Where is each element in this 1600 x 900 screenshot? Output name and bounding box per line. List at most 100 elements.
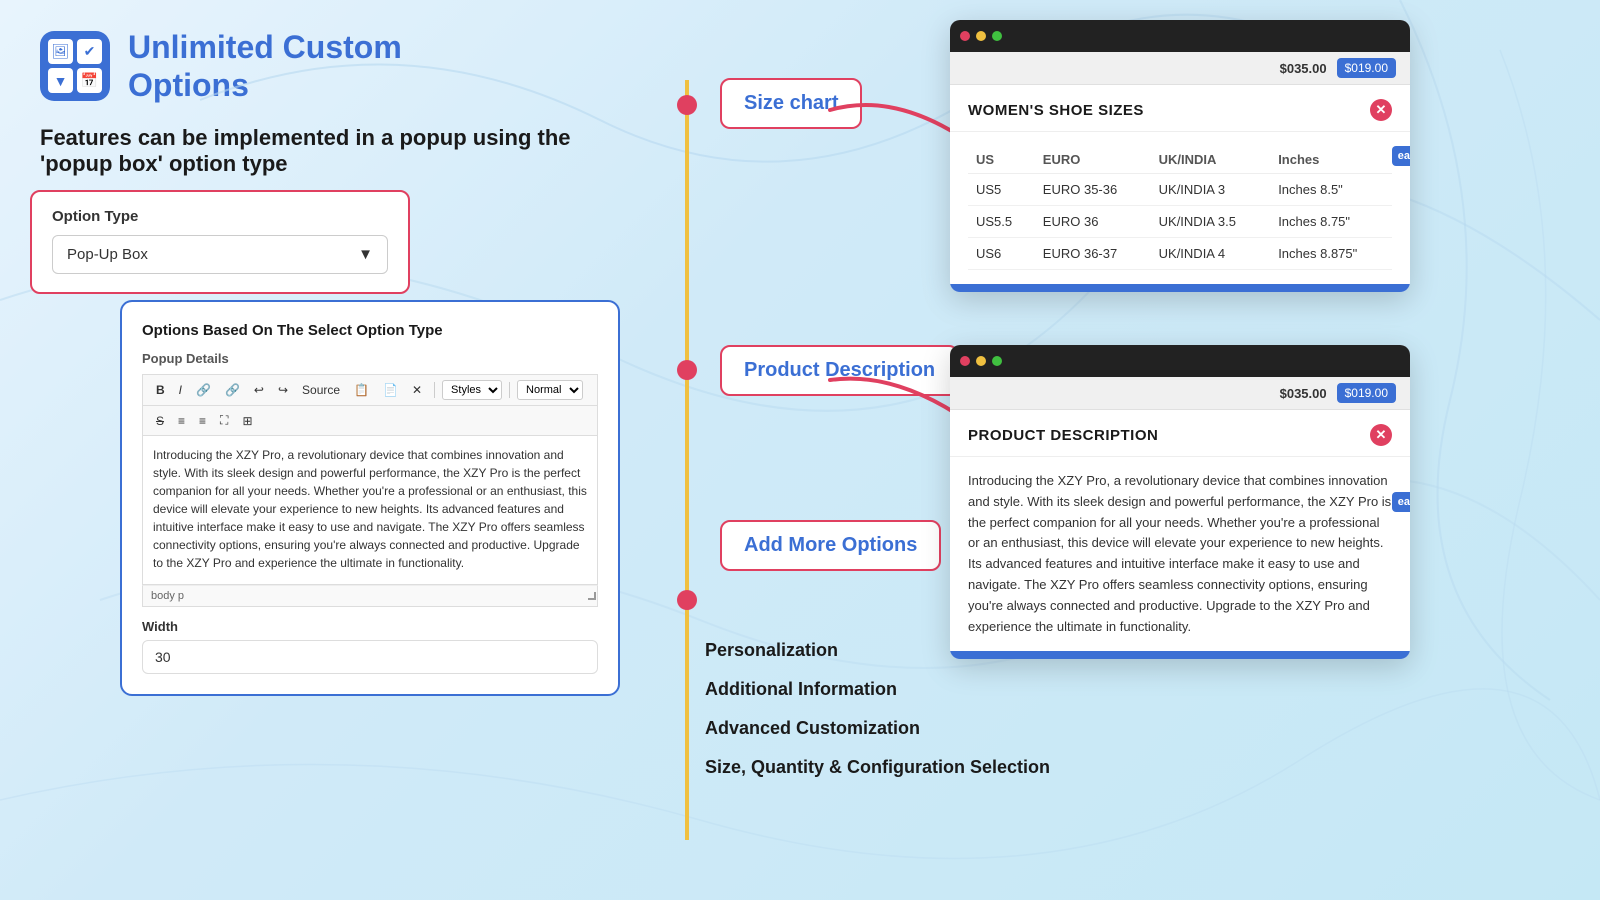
cell-euro-1: EURO 35-36 — [1035, 174, 1151, 206]
unordered-list-button[interactable]: ≡ — [194, 412, 211, 430]
popup-details-label: Popup Details — [142, 351, 598, 366]
option-type-select[interactable]: Pop-Up Box ▼ — [52, 235, 388, 274]
source-button[interactable]: Source — [297, 381, 345, 399]
format-dropdown[interactable]: Normal — [517, 380, 583, 400]
option-type-value: Pop-Up Box — [67, 246, 148, 263]
col-us: US — [968, 146, 1035, 174]
size-chart-popup-header: WOMEN'S SHOE SIZES ✕ ea — [950, 85, 1410, 132]
toolbar-separator-2 — [509, 382, 510, 398]
size-chart-close-button[interactable]: ✕ — [1370, 99, 1392, 121]
cell-euro-2: EURO 36 — [1035, 206, 1151, 238]
prod-popup-title: PRODUCT DESCRIPTION — [968, 427, 1158, 444]
width-label: Width — [142, 619, 598, 634]
editor-toolbar-row2: S ≡ ≡ ⛶ ⊞ — [142, 405, 598, 435]
min-dot — [976, 31, 986, 41]
editor-area[interactable]: Introducing the XZY Pro, a revolutionary… — [142, 435, 598, 585]
cell-us-1: US5 — [968, 174, 1035, 206]
size-chart-price-old: $035.00 — [1280, 61, 1327, 76]
logo-icon-image: 🖼 — [48, 39, 73, 64]
size-chart-popup: $035.00 $019.00 WOMEN'S SHOE SIZES ✕ ea … — [950, 20, 1410, 292]
size-chart-popup-body: US EURO UK/INDIA Inches US5 EURO 35-36 U… — [950, 132, 1410, 284]
cell-inches-3: Inches 8.875" — [1270, 238, 1392, 270]
bold-button[interactable]: B — [151, 381, 170, 399]
editor-toolbar: B I 🔗 🔗 ↩ ↪ Source 📋 📄 ✕ Styles Normal — [142, 374, 598, 405]
option-type-box: Option Type Pop-Up Box ▼ — [30, 190, 410, 294]
app-title: Unlimited Custom Options — [128, 28, 402, 105]
cell-uk-1: UK/INDIA 3 — [1151, 174, 1271, 206]
timeline-dot-1 — [677, 95, 697, 115]
col-uk: UK/INDIA — [1151, 146, 1271, 174]
chevron-down-icon: ▼ — [358, 246, 373, 263]
ea-badge-1: ea — [1392, 146, 1410, 166]
table-row: US5 EURO 35-36 UK/INDIA 3 Inches 8.5" — [968, 174, 1392, 206]
prod-popup-bottom-bar — [950, 651, 1410, 659]
editor-content: Introducing the XZY Pro, a revolutionary… — [153, 446, 587, 572]
inner-card-title: Options Based On The Select Option Type — [142, 322, 598, 339]
editor-footer: body p — [142, 585, 598, 607]
logo-icon-calendar: 📅 — [77, 68, 102, 93]
table-button[interactable]: ⊞ — [237, 412, 257, 430]
ea-badge-2: ea — [1392, 492, 1410, 512]
cell-uk-2: UK/INDIA 3.5 — [1151, 206, 1271, 238]
prod-popup-titlebar — [950, 345, 1410, 377]
size-chart-price-new: $019.00 — [1337, 58, 1396, 78]
close-dot-2 — [960, 356, 970, 366]
prod-price-old: $035.00 — [1280, 386, 1327, 401]
product-description-label: Product Description — [720, 345, 959, 396]
size-chart-table: US EURO UK/INDIA Inches US5 EURO 35-36 U… — [968, 146, 1392, 270]
prod-popup-body: Introducing the XZY Pro, a revolutionary… — [950, 457, 1410, 651]
popup-titlebar — [950, 20, 1410, 52]
cell-us-2: US5.5 — [968, 206, 1035, 238]
italic-button[interactable]: I — [174, 381, 187, 399]
col-inches: Inches — [1270, 146, 1392, 174]
paste-button[interactable]: 📄 — [378, 381, 403, 399]
page-subtitle: Features can be implemented in a popup u… — [0, 115, 660, 197]
size-chart-label: Size chart — [720, 78, 862, 129]
center-timeline — [685, 80, 689, 840]
remove-format-button[interactable]: ✕ — [407, 381, 427, 399]
cell-inches-1: Inches 8.5" — [1270, 174, 1392, 206]
cell-uk-3: UK/INDIA 4 — [1151, 238, 1271, 270]
max-dot — [992, 31, 1002, 41]
editor-resize-handle[interactable] — [588, 592, 596, 600]
prod-popup-close-button[interactable]: ✕ — [1370, 424, 1392, 446]
prod-desc-text: Introducing the XZY Pro, a revolutionary… — [968, 471, 1392, 637]
size-table-header-row: US EURO UK/INDIA Inches — [968, 146, 1392, 174]
styles-dropdown[interactable]: Styles — [442, 380, 502, 400]
add-more-item-3: Advanced Customization — [705, 718, 1050, 739]
cell-euro-3: EURO 36-37 — [1035, 238, 1151, 270]
ordered-list-button[interactable]: ≡ — [173, 412, 190, 430]
size-chart-bottom-bar — [950, 284, 1410, 292]
undo-button[interactable]: ↩ — [249, 381, 269, 399]
add-more-item-4: Size, Quantity & Configuration Selection — [705, 757, 1050, 778]
max-dot-2 — [992, 356, 1002, 366]
left-panel: Option Type Pop-Up Box ▼ Options Based O… — [30, 190, 470, 294]
table-row: US6 EURO 36-37 UK/INDIA 4 Inches 8.875" — [968, 238, 1392, 270]
app-logo: 🖼 ✔ ▼ 📅 — [40, 31, 110, 101]
redo-button[interactable]: ↪ — [273, 381, 293, 399]
cell-us-3: US6 — [968, 238, 1035, 270]
size-chart-popup-title: WOMEN'S SHOE SIZES — [968, 102, 1144, 119]
add-more-item-2: Additional Information — [705, 679, 1050, 700]
product-desc-popup: $035.00 $019.00 PRODUCT DESCRIPTION ✕ ea… — [950, 345, 1410, 659]
link-button[interactable]: 🔗 — [191, 381, 216, 399]
size-chart-price-bar: $035.00 $019.00 — [950, 52, 1410, 85]
timeline-dot-2 — [677, 360, 697, 380]
strikethrough-button[interactable]: S — [151, 412, 169, 430]
prod-price-bar: $035.00 $019.00 — [950, 377, 1410, 410]
toolbar-separator-1 — [434, 382, 435, 398]
unlink-button[interactable]: 🔗 — [220, 381, 245, 399]
option-type-label: Option Type — [52, 208, 388, 225]
add-more-items: Personalization Additional Information A… — [705, 640, 1050, 796]
add-more-options-label: Add More Options — [720, 520, 941, 571]
col-euro: EURO — [1035, 146, 1151, 174]
logo-icon-check: ✔ — [77, 39, 102, 64]
prod-popup-header: PRODUCT DESCRIPTION ✕ ea — [950, 410, 1410, 457]
timeline-dot-3 — [677, 590, 697, 610]
close-dot — [960, 31, 970, 41]
editor-footer-text: body p — [151, 590, 184, 602]
table-row: US5.5 EURO 36 UK/INDIA 3.5 Inches 8.75" — [968, 206, 1392, 238]
maximize-button[interactable]: ⛶ — [215, 411, 233, 430]
width-input[interactable] — [142, 640, 598, 674]
copy-button[interactable]: 📋 — [349, 381, 374, 399]
